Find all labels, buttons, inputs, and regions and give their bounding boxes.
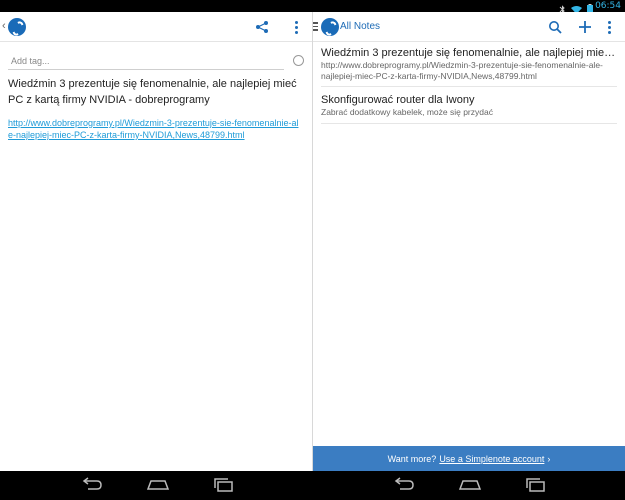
back-nav-icon[interactable] (80, 477, 104, 493)
note-item-title: Wiedźmin 3 prezentuje się fenomenalnie, … (321, 47, 617, 59)
note-editor-pane: ‹ Wiedźmin 3 prezentuje się fenomenalnie… (0, 12, 312, 471)
notes-list-title[interactable]: All Notes (340, 21, 380, 32)
status-bar: 06:54 (0, 0, 625, 14)
note-title-text[interactable]: Wiedźmin 3 prezentuje się fenomenalnie, … (8, 76, 304, 108)
navigation-bar (0, 471, 625, 500)
pin-toggle-icon[interactable] (293, 55, 304, 66)
note-item-title: Skonfigurować router dla Iwony (321, 94, 475, 106)
status-time: 06:54 (595, 1, 621, 11)
notes-list-toolbar: All Notes (313, 12, 625, 42)
notes-list-pane: All Notes Wiedźmin 3 prezentuje się feno… (313, 12, 625, 471)
list-item[interactable]: Wiedźmin 3 prezentuje się fenomenalnie, … (321, 46, 617, 87)
list-item[interactable]: Skonfigurować router dla Iwony Zabrać do… (321, 93, 617, 124)
simplenote-logo[interactable] (8, 18, 26, 36)
recents-nav-icon[interactable] (212, 477, 236, 493)
note-item-preview: http://www.dobreprogramy.pl/Wiedzmin-3-p… (321, 60, 603, 81)
overflow-menu-icon[interactable] (607, 19, 611, 35)
note-item-preview: Zabrać dodatkowy kabelek, może się przyd… (321, 107, 493, 117)
note-link[interactable]: http://www.dobreprogramy.pl/Wiedzmin-3-p… (8, 117, 300, 141)
banner-link[interactable]: Use a Simplenote account (439, 454, 544, 464)
simplenote-logo[interactable] (321, 18, 339, 36)
home-nav-icon[interactable] (146, 477, 170, 493)
notes-list: Wiedźmin 3 prezentuje się fenomenalnie, … (321, 46, 617, 124)
drawer-icon[interactable] (313, 22, 318, 31)
editor-toolbar: ‹ (0, 12, 312, 42)
add-icon[interactable] (577, 19, 593, 35)
tag-row (8, 52, 304, 72)
tag-input[interactable] (8, 52, 284, 70)
home-nav-icon[interactable] (458, 477, 482, 493)
overflow-menu-icon[interactable] (294, 19, 298, 35)
chevron-right-icon: › (547, 453, 551, 464)
share-icon[interactable] (254, 19, 270, 35)
search-icon[interactable] (547, 19, 563, 35)
recents-nav-icon[interactable] (524, 477, 548, 493)
banner-text: Want more? (387, 453, 437, 464)
back-icon[interactable]: ‹ (2, 20, 6, 32)
back-nav-icon[interactable] (392, 477, 416, 493)
upgrade-banner[interactable]: Want more? Use a Simplenote account › (313, 446, 625, 471)
